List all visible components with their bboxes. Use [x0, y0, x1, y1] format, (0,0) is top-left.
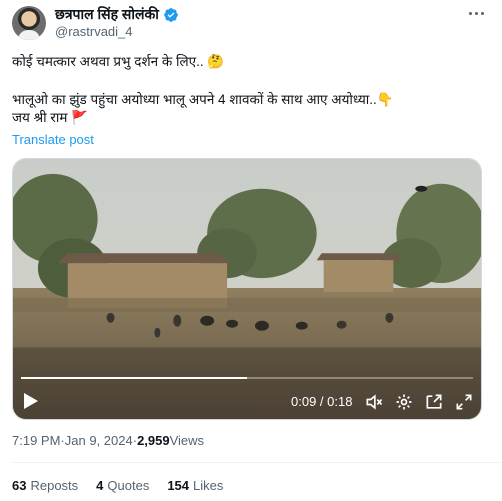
mute-icon[interactable]: [364, 392, 384, 412]
post-date[interactable]: Jan 9, 2024: [65, 433, 133, 448]
author-avatar[interactable]: [12, 6, 46, 40]
likes-stat[interactable]: 154 Likes: [167, 478, 223, 493]
quotes-stat[interactable]: 4 Quotes: [96, 478, 149, 493]
tweet-text: कोई चमत्कार अथवा प्रभु दर्शन के लिए.. 🤔 …: [12, 53, 482, 127]
video-player[interactable]: 0:09 / 0:18: [12, 158, 482, 420]
translate-post-link[interactable]: Translate post: [12, 132, 94, 147]
divider: [12, 462, 502, 463]
settings-icon[interactable]: [394, 392, 414, 412]
pointing-down-emoji-icon: 👇: [376, 92, 394, 108]
video-frame: [13, 159, 481, 419]
video-progress-fill: [21, 377, 247, 379]
views-label: Views: [169, 433, 205, 448]
reposts-stat[interactable]: 63 Reposts: [12, 478, 78, 493]
fullscreen-icon[interactable]: [454, 392, 474, 412]
video-progress-bar[interactable]: [21, 377, 473, 379]
play-icon[interactable]: [23, 392, 39, 410]
post-meta: 7:19 PM · Jan 9, 2024 · 2,959 Views: [12, 433, 204, 448]
more-icon[interactable]: [466, 6, 486, 20]
tweet-line-1: कोई चमत्कार अथवा प्रभु दर्शन के लिए.. 🤔: [12, 54, 225, 70]
author-display-name[interactable]: छत्रपाल सिंह सोलंकी: [55, 5, 159, 24]
tweet-line-2: भालूओ का झुंड पहुंचा अयोध्या भालू अपने 4…: [12, 92, 394, 108]
views-count: 2,959: [137, 433, 170, 448]
author-handle[interactable]: @rastrvadi_4: [55, 24, 133, 39]
thinking-emoji-icon: 🤔: [207, 54, 225, 70]
author-name-row: छत्रपाल सिंह सोलंकी: [55, 5, 179, 24]
flag-emoji-icon: 🚩: [71, 110, 89, 126]
pip-icon[interactable]: [424, 392, 444, 412]
engagement-stats: 63 Reposts 4 Quotes 154 Likes: [12, 478, 223, 493]
video-time: 0:09 / 0:18: [291, 394, 353, 409]
tweet-line-3: जय श्री राम 🚩: [12, 110, 89, 126]
post-time[interactable]: 7:19 PM: [12, 433, 60, 448]
verified-badge-icon: [164, 7, 178, 22]
